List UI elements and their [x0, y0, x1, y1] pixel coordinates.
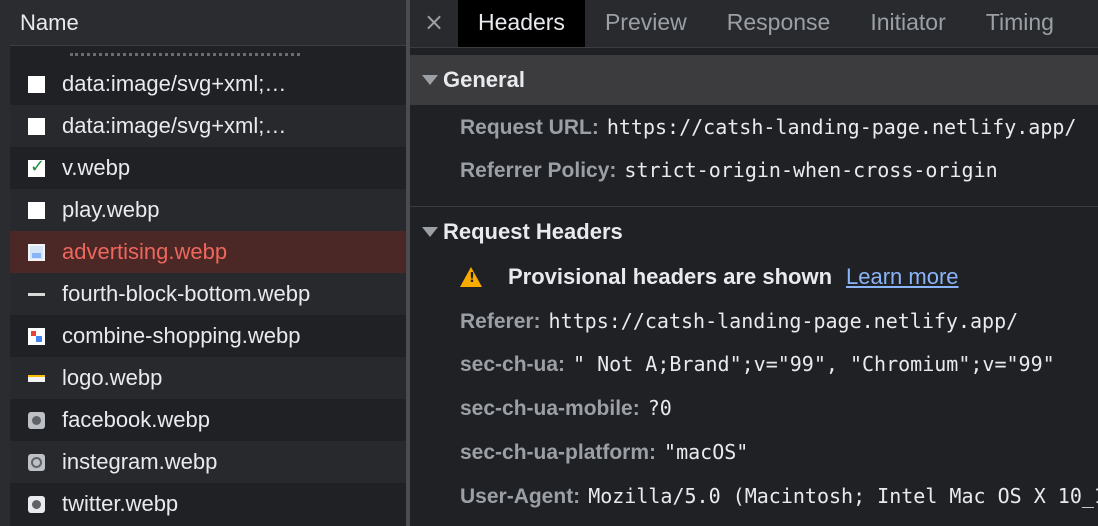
request-row[interactable]: combine-shopping.webp: [10, 315, 408, 357]
tab-initiator[interactable]: Initiator: [850, 0, 965, 47]
checkmark-image-icon: [28, 156, 45, 177]
request-name: twitter.webp: [62, 491, 179, 516]
request-name: advertising.webp: [62, 239, 228, 264]
details-tab-bar: × Headers Preview Response Initiator Tim…: [410, 0, 1098, 48]
request-row[interactable]: fourth-block-bottom.webp: [10, 273, 408, 315]
header-row-sec-ch-ua-mobile: sec-ch-ua-mobile: ?0: [460, 396, 672, 421]
header-row-sec-ch-ua: sec-ch-ua: " Not A;Brand";v="99", "Chromi…: [460, 352, 1055, 377]
header-value[interactable]: strict-origin-when-cross-origin: [624, 158, 997, 182]
header-key: Referrer Policy:: [460, 159, 617, 182]
header-key: sec-ch-ua-mobile:: [460, 397, 640, 420]
header-key: sec-ch-ua:: [460, 353, 566, 376]
warning-text: Provisional headers are shown: [508, 264, 833, 289]
request-url-row: Request URL: https://catsh-landing-page.n…: [460, 115, 1076, 140]
request-row[interactable]: logo.webp: [10, 357, 408, 399]
request-name: fourth-block-bottom.webp: [62, 281, 311, 306]
request-row[interactable]: twitter.webp: [10, 483, 408, 525]
header-key: Referer:: [460, 310, 541, 333]
warning-icon: !: [460, 267, 482, 287]
instagram-thumbnail-icon: [28, 453, 45, 471]
request-row[interactable]: data:image/svg+xml;…: [10, 105, 408, 147]
header-key: Request URL:: [460, 116, 599, 139]
request-headers-section-header[interactable]: Request Headers: [410, 207, 1098, 257]
request-name: v.webp: [62, 155, 131, 180]
request-row[interactable]: instegram.webp: [10, 441, 408, 483]
header-value[interactable]: " Not A;Brand";v="99", "Chromium";v="99": [573, 352, 1055, 376]
tab-response[interactable]: Response: [707, 0, 851, 47]
request-name: logo.webp: [62, 365, 163, 390]
general-section-header[interactable]: General: [410, 55, 1098, 105]
request-name: instegram.webp: [62, 449, 218, 474]
tab-preview[interactable]: Preview: [585, 0, 707, 47]
request-row[interactable]: play.webp: [10, 189, 408, 231]
close-icon[interactable]: ×: [410, 0, 458, 47]
header-value[interactable]: "macOS": [664, 440, 748, 464]
white-square-icon: [28, 75, 45, 93]
request-details-pane: × Headers Preview Response Initiator Tim…: [410, 0, 1098, 526]
learn-more-link[interactable]: Learn more: [846, 264, 959, 290]
request-list-pane: Name data:image/svg+xml;… data:image/svg…: [0, 0, 408, 526]
twitter-thumbnail-icon: [28, 495, 45, 513]
triangle-down-icon: [422, 226, 438, 237]
section-title: Request Headers: [443, 219, 623, 244]
request-name: play.webp: [62, 197, 160, 222]
name-column-header[interactable]: Name: [10, 0, 408, 46]
request-name: data:image/svg+xml;…: [62, 71, 287, 96]
list-gutter: [0, 0, 10, 526]
header-value[interactable]: ?0: [648, 396, 672, 420]
header-key: sec-ch-ua-platform:: [460, 441, 657, 464]
request-name: data:image/svg+xml;…: [62, 113, 287, 138]
colorful-thumbnail-icon: [28, 327, 45, 345]
provisional-headers-warning: ! Provisional headers are shown Learn mo…: [460, 264, 959, 290]
tab-timing[interactable]: Timing: [966, 0, 1074, 47]
partially-hidden-row: [10, 47, 408, 58]
request-row-selected[interactable]: advertising.webp: [10, 231, 408, 273]
header-value[interactable]: Mozilla/5.0 (Macintosh; Intel Mac OS X 1…: [588, 484, 1098, 508]
triangle-down-icon: [422, 74, 438, 85]
header-row-referer: Referer: https://catsh-landing-page.netli…: [460, 309, 1018, 334]
tab-headers[interactable]: Headers: [458, 0, 585, 47]
header-row-user-agent: User-Agent: Mozilla/5.0 (Macintosh; Intel…: [460, 484, 1098, 509]
header-row-sec-ch-ua-platform: sec-ch-ua-platform: "macOS": [460, 440, 748, 465]
request-name: combine-shopping.webp: [62, 323, 301, 348]
request-row[interactable]: data:image/svg+xml;…: [10, 63, 408, 105]
image-thumbnail-icon: [28, 243, 45, 261]
request-name: facebook.webp: [62, 407, 210, 432]
white-square-icon: [28, 201, 45, 219]
referrer-policy-row: Referrer Policy: strict-origin-when-cross…: [460, 158, 998, 183]
logo-thumbnail-icon: [28, 370, 45, 387]
facebook-thumbnail-icon: [28, 411, 45, 429]
header-value[interactable]: https://catsh-landing-page.netlify.app/: [549, 309, 1019, 333]
line-thumbnail-icon: [28, 286, 45, 303]
request-row[interactable]: v.webp: [10, 147, 408, 189]
section-title: General: [443, 67, 525, 92]
header-key: User-Agent:: [460, 485, 581, 508]
request-row[interactable]: facebook.webp: [10, 399, 408, 441]
request-list: data:image/svg+xml;… data:image/svg+xml;…: [10, 63, 408, 525]
white-square-icon: [28, 117, 45, 135]
header-value[interactable]: https://catsh-landing-page.netlify.app/: [607, 115, 1077, 139]
